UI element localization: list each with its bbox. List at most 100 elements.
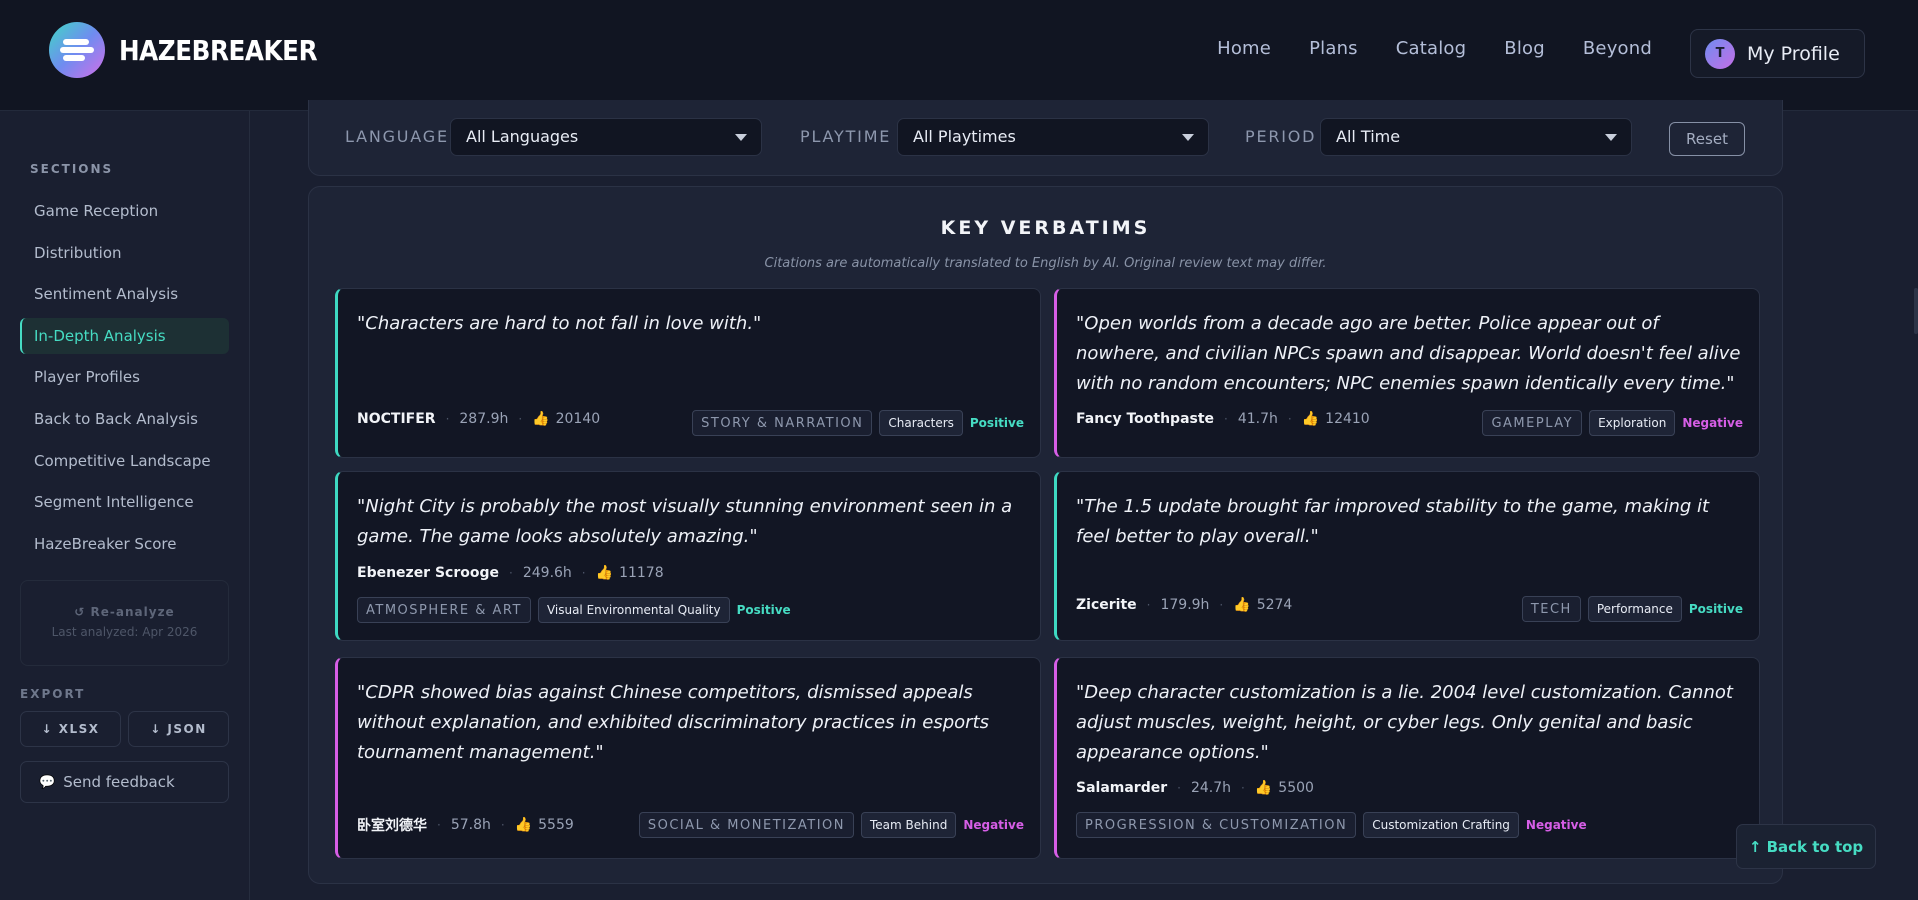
speech-bubble-icon: 💬 <box>39 774 56 790</box>
category-tag: PROGRESSION & CUSTOMIZATION <box>1076 812 1357 838</box>
scrollbar-thumb[interactable] <box>1914 288 1918 334</box>
send-feedback-button[interactable]: 💬 Send feedback <box>20 761 229 803</box>
sidebar-item-player-profiles[interactable]: Player Profiles <box>20 359 229 395</box>
brand-name: HAZEBREAKER <box>119 33 318 67</box>
author-name: 卧室刘德华 <box>357 818 427 834</box>
nav-home[interactable]: Home <box>1217 38 1271 59</box>
reset-button[interactable]: Reset <box>1669 122 1745 156</box>
sentiment-badge: Positive <box>1688 602 1743 616</box>
chevron-down-icon <box>1605 134 1617 141</box>
subcategory-tag: Performance <box>1587 596 1682 622</box>
feedback-label: Send feedback <box>63 773 175 791</box>
playtime-select[interactable]: All Playtimes <box>897 118 1209 156</box>
subcategory-tag: Exploration <box>1589 410 1676 436</box>
separator-dot: · <box>1219 598 1224 612</box>
export-xlsx-button[interactable]: ↓ XLSX <box>20 711 121 747</box>
thumbs-up-icon: 👍 <box>595 565 614 581</box>
sidebar-item-hazebreaker-score[interactable]: HazeBreaker Score <box>20 526 229 562</box>
author-name: Zicerite <box>1076 597 1137 613</box>
playtime-hours: 249.6h <box>522 565 572 581</box>
verbatim-card: "Night City is probably the most visuall… <box>335 471 1041 641</box>
verbatim-meta: 卧室刘德华 · 57.8h · 👍 5559 <box>357 815 574 835</box>
nav-beyond[interactable]: Beyond <box>1583 38 1652 59</box>
reanalyze-label: ↺ Re-analyze <box>74 605 175 619</box>
sidebar: SECTIONS Game Reception Distribution Sen… <box>0 111 250 900</box>
my-profile-button[interactable]: T My Profile <box>1690 29 1865 78</box>
category-tag: TECH <box>1521 596 1581 622</box>
period-select[interactable]: All Time <box>1320 118 1632 156</box>
thumbs-up-icon: 👍 <box>532 411 550 427</box>
verbatim-meta: Ebenezer Scrooge · 249.6h · 👍 11178 <box>357 565 664 581</box>
subcategory-tag: Team Behind <box>861 812 957 838</box>
chevron-down-icon <box>1182 134 1194 141</box>
sidebar-item-distribution[interactable]: Distribution <box>20 235 229 271</box>
likes-count: 20140 <box>555 411 601 427</box>
hazebreaker-logo-icon <box>49 22 105 78</box>
verbatim-tags: STORY & NARRATION Characters Positive <box>692 410 1024 436</box>
panel-title: KEY VERBATIMS <box>940 217 1151 239</box>
sections-title: SECTIONS <box>30 162 114 176</box>
avatar: T <box>1705 38 1735 69</box>
verbatim-card: "Open worlds from a decade ago are bette… <box>1054 288 1760 458</box>
likes-count: 5559 <box>538 817 574 833</box>
sidebar-item-in-depth-analysis[interactable]: In-Depth Analysis <box>20 317 229 354</box>
category-tag: ATMOSPHERE & ART <box>357 597 531 623</box>
export-title: EXPORT <box>20 687 86 701</box>
top-header: HAZEBREAKER Home Plans Catalog Blog Beyo… <box>0 0 1918 111</box>
category-tag: SOCIAL & MONETIZATION <box>638 812 854 838</box>
nav-catalog[interactable]: Catalog <box>1396 38 1467 59</box>
reanalyze-button[interactable]: ↺ Re-analyze Last analyzed: Apr 2026 <box>20 580 229 666</box>
verbatim-card: "Deep character customization is a lie. … <box>1054 657 1760 859</box>
author-name: Ebenezer Scrooge <box>357 565 500 581</box>
separator-dot: · <box>581 566 586 580</box>
verbatim-card: "CDPR showed bias against Chinese compet… <box>335 657 1041 859</box>
verbatim-tags: ATMOSPHERE & ART Visual Environmental Qu… <box>357 597 791 623</box>
sidebar-item-competitive-landscape[interactable]: Competitive Landscape <box>20 443 229 479</box>
playtime-hours: 41.7h <box>1237 411 1278 427</box>
language-select[interactable]: All Languages <box>450 118 762 156</box>
sidebar-item-game-reception[interactable]: Game Reception <box>20 193 229 229</box>
thumbs-up-icon: 👍 <box>1301 411 1320 427</box>
key-verbatims-panel: KEY VERBATIMS Citations are automaticall… <box>308 186 1783 884</box>
sidebar-item-segment-intelligence[interactable]: Segment Intelligence <box>20 484 229 520</box>
export-json-button[interactable]: ↓ JSON <box>128 711 229 747</box>
likes-count: 5274 <box>1256 597 1293 613</box>
author-name: Fancy Toothpaste <box>1076 411 1215 427</box>
sidebar-item-sentiment-analysis[interactable]: Sentiment Analysis <box>20 276 229 312</box>
last-analyzed-text: Last analyzed: Apr 2026 <box>51 625 198 639</box>
chevron-down-icon <box>735 134 747 141</box>
panel-subtitle: Citations are automatically translated t… <box>764 256 1327 271</box>
verbatim-quote: "The 1.5 update brought far improved sta… <box>1076 496 1710 547</box>
verbatim-tags: TECH Performance Positive <box>1521 596 1743 622</box>
nav-plans[interactable]: Plans <box>1309 38 1358 59</box>
separator-dot: · <box>509 566 513 580</box>
language-label: LANGUAGE <box>345 127 449 146</box>
thumbs-up-icon: 👍 <box>1254 780 1273 796</box>
separator-dot: · <box>1146 598 1151 612</box>
verbatim-quote: "Deep character customization is a lie. … <box>1076 682 1733 763</box>
author-name: Salamarder <box>1076 780 1168 796</box>
thumbs-up-icon: 👍 <box>1233 597 1251 613</box>
verbatim-tags: SOCIAL & MONETIZATION Team Behind Negati… <box>638 812 1024 838</box>
brand-logo[interactable]: HAZEBREAKER <box>49 22 344 78</box>
verbatim-meta: Fancy Toothpaste · 41.7h · 👍 12410 <box>1076 411 1370 427</box>
likes-count: 12410 <box>1325 411 1370 427</box>
likes-count: 11178 <box>619 565 664 581</box>
likes-count: 5500 <box>1278 780 1314 796</box>
verbatim-quote: "CDPR showed bias against Chinese compet… <box>357 682 990 763</box>
thumbs-up-icon: 👍 <box>514 817 533 833</box>
profile-label: My Profile <box>1747 42 1840 65</box>
main-nav: Home Plans Catalog Blog Beyond <box>1217 38 1652 59</box>
separator-dot: · <box>1287 412 1292 426</box>
sentiment-badge: Positive <box>969 416 1024 430</box>
verbatim-meta: Salamarder · 24.7h · 👍 5500 <box>1076 780 1314 796</box>
verbatim-quote: "Characters are hard to not fall in love… <box>357 313 762 334</box>
playtime-hours: 179.9h <box>1160 597 1210 613</box>
nav-blog[interactable]: Blog <box>1504 38 1545 59</box>
author-name: NOCTIFER <box>357 411 436 427</box>
sidebar-item-back-to-back-analysis[interactable]: Back to Back Analysis <box>20 401 229 437</box>
back-to-top-button[interactable]: ↑ Back to top <box>1736 824 1876 869</box>
category-tag: GAMEPLAY <box>1482 410 1583 436</box>
verbatim-tags: GAMEPLAY Exploration Negative <box>1482 410 1743 436</box>
verbatim-quote: "Night City is probably the most visuall… <box>357 496 1013 547</box>
